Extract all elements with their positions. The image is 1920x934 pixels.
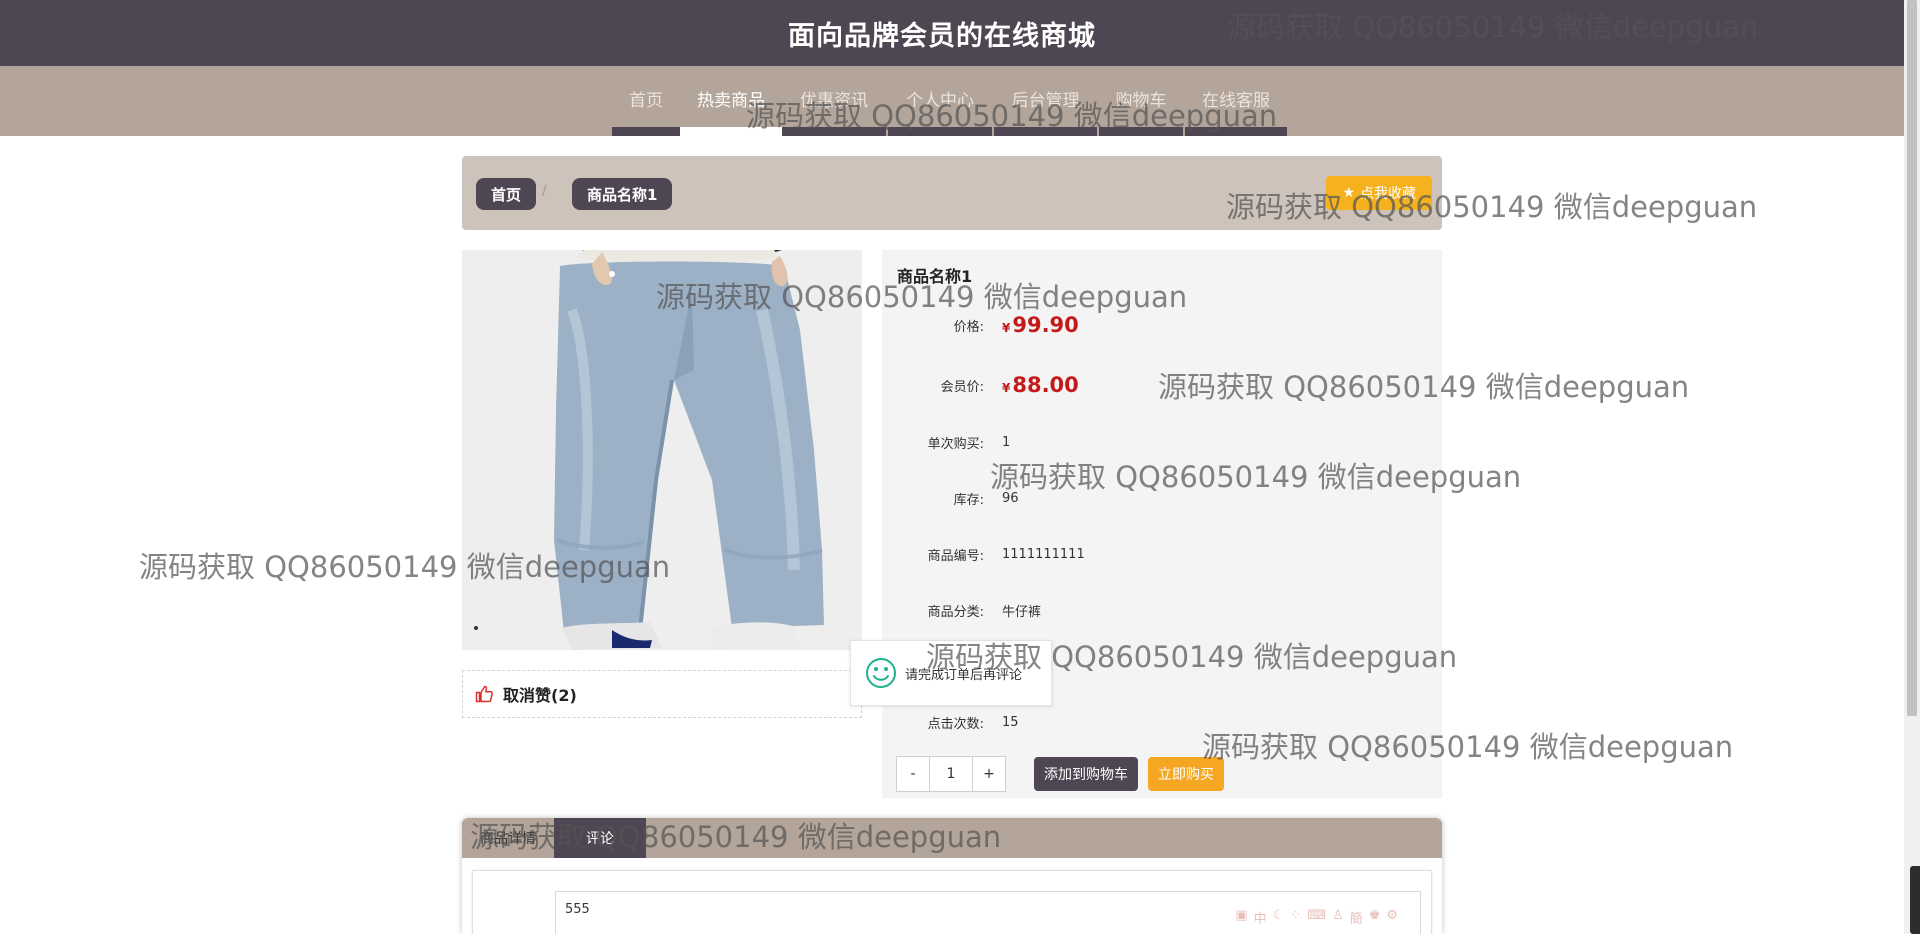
- scrollbar-thumb[interactable]: [1907, 0, 1917, 716]
- punctuation-icon[interactable]: ⁘: [1290, 908, 1301, 927]
- nav-item-promotions[interactable]: 优惠资讯: [782, 66, 886, 136]
- keyboard-icon[interactable]: ⌨: [1307, 908, 1326, 927]
- nav-item-label: 个人中心: [906, 91, 974, 111]
- buy-now-button[interactable]: 立即购买: [1148, 757, 1224, 791]
- simplified-icon[interactable]: 簡: [1350, 908, 1363, 927]
- nav-indicator: [1099, 127, 1183, 136]
- user-icon[interactable]: ♙: [1332, 908, 1344, 927]
- product-image: [462, 250, 862, 650]
- stock-label: 库存:: [953, 492, 984, 508]
- quantity-increase-button[interactable]: +: [972, 756, 1006, 792]
- comment-panel: 555 ▣ 中 ☾ ⁘ ⌨ ♙ 簡 ♚ ⚙: [472, 870, 1432, 934]
- clicks-row: 点击次数: 15: [882, 707, 1442, 737]
- quantity-decrease-button[interactable]: -: [896, 756, 930, 792]
- clicks-label: 点击次数:: [927, 716, 984, 732]
- nav-item-user-center[interactable]: 个人中心: [888, 66, 992, 136]
- price-value: ¥99.90: [1002, 313, 1079, 337]
- chinese-input-icon[interactable]: 中: [1254, 908, 1267, 927]
- nav-indicator: [1185, 127, 1287, 136]
- product-info-panel: 商品名称1 价格: ¥99.90 会员价: ¥88.00 单次购买: 1 库存:…: [882, 250, 1442, 798]
- shirt-icon[interactable]: ♚: [1369, 908, 1381, 927]
- thumbs-up-icon: [475, 685, 493, 703]
- page-scrollbar[interactable]: [1904, 0, 1920, 934]
- quantity-stepper: - 1 +: [896, 756, 1006, 792]
- nav-item-label: 在线客服: [1202, 91, 1270, 111]
- main-nav: 首页 热卖商品 优惠资讯 个人中心 后台管理 购物车 在线客服: [0, 66, 1904, 136]
- member-price-row: 会员价: ¥88.00: [882, 370, 1442, 400]
- breadcrumb: 首页 / 商品名称1 ★ 点我收藏: [462, 156, 1442, 230]
- nav-item-hot-products[interactable]: 热卖商品: [680, 66, 782, 136]
- product-code-row: 商品编号: 1111111111: [882, 539, 1442, 569]
- product-code-label: 商品编号:: [927, 548, 984, 564]
- category-value: 牛仔裤: [1002, 604, 1042, 620]
- product-name: 商品名称1: [897, 267, 973, 286]
- nav-indicator: [680, 127, 782, 136]
- nav-item-admin[interactable]: 后台管理: [994, 66, 1097, 136]
- nav-indicator: [782, 127, 886, 136]
- breadcrumb-separator: /: [542, 183, 547, 199]
- comment-editor[interactable]: 555 ▣ 中 ☾ ⁘ ⌨ ♙ 簡 ♚ ⚙: [555, 891, 1421, 934]
- nav-item-label: 热卖商品: [697, 91, 765, 111]
- site-title: 面向品牌会员的在线商城: [788, 20, 1096, 52]
- currency-symbol: ¥: [1002, 321, 1011, 335]
- stock-row: 库存: 96: [882, 483, 1442, 513]
- nav-item-label: 优惠资讯: [800, 91, 868, 111]
- stock-value: 96: [1002, 490, 1019, 506]
- toast-message: 请完成订单后再评论: [850, 640, 1052, 706]
- breadcrumb-home[interactable]: 首页: [476, 178, 537, 210]
- like-toggle[interactable]: 取消赞(2): [462, 670, 862, 718]
- quantity-input[interactable]: 1: [930, 756, 972, 792]
- member-price-label: 会员价:: [940, 379, 984, 395]
- product-code-value: 1111111111: [1002, 546, 1085, 562]
- member-price-value: ¥88.00: [1002, 373, 1079, 397]
- member-price-amount: 88.00: [1012, 373, 1079, 397]
- nav-indicator: [612, 127, 680, 136]
- editor-toolbar: ▣ 中 ☾ ⁘ ⌨ ♙ 簡 ♚ ⚙: [1235, 908, 1398, 927]
- gear-icon[interactable]: ⚙: [1386, 908, 1398, 927]
- category-label: 商品分类:: [927, 604, 984, 620]
- nav-indicator: [888, 127, 992, 136]
- single-buy-value: 1: [1002, 434, 1011, 450]
- category-row: 商品分类: 牛仔裤: [882, 595, 1442, 625]
- favorite-button[interactable]: ★ 点我收藏: [1326, 176, 1432, 210]
- star-icon: ★: [1342, 185, 1355, 201]
- nav-item-home[interactable]: 首页: [612, 66, 680, 136]
- smile-icon: [866, 658, 896, 688]
- price-amount: 99.90: [1012, 313, 1079, 337]
- favorite-button-label: 点我收藏: [1360, 186, 1416, 202]
- currency-symbol: ¥: [1002, 381, 1011, 395]
- price-row: 价格: ¥99.90: [882, 310, 1442, 340]
- add-to-cart-button[interactable]: 添加到购物车: [1034, 757, 1138, 791]
- side-panel-handle[interactable]: [1910, 866, 1920, 934]
- breadcrumb-current: 商品名称1: [572, 178, 673, 210]
- like-label: 取消赞(2): [503, 686, 577, 705]
- comment-editor-text: 555: [565, 902, 590, 917]
- product-tabs: 商品详情 评论 555 ▣ 中 ☾ ⁘ ⌨ ♙ 簡 ♚ ⚙: [462, 818, 1442, 934]
- tab-product-details[interactable]: 商品详情: [462, 818, 554, 858]
- nav-item-cart[interactable]: 购物车: [1099, 66, 1183, 136]
- nav-item-customer-service[interactable]: 在线客服: [1185, 66, 1287, 136]
- nav-item-label: 购物车: [1115, 91, 1167, 111]
- clicks-value: 15: [1002, 714, 1019, 730]
- moon-icon[interactable]: ☾: [1273, 908, 1285, 927]
- price-label: 价格:: [953, 319, 984, 335]
- image-icon[interactable]: ▣: [1235, 908, 1247, 927]
- nav-item-label: 后台管理: [1011, 91, 1080, 111]
- single-buy-label: 单次购买:: [927, 436, 984, 452]
- site-header: 面向品牌会员的在线商城: [0, 0, 1904, 66]
- single-buy-row: 单次购买: 1: [882, 427, 1442, 457]
- page: 面向品牌会员的在线商城 首页 热卖商品 优惠资讯 个人中心 后台管理 购物车 在…: [0, 0, 1920, 934]
- toast-text: 请完成订单后再评论: [905, 667, 1023, 683]
- nav-indicator: [994, 127, 1097, 136]
- nav-item-label: 首页: [629, 91, 663, 111]
- tab-comments[interactable]: 评论: [554, 818, 646, 858]
